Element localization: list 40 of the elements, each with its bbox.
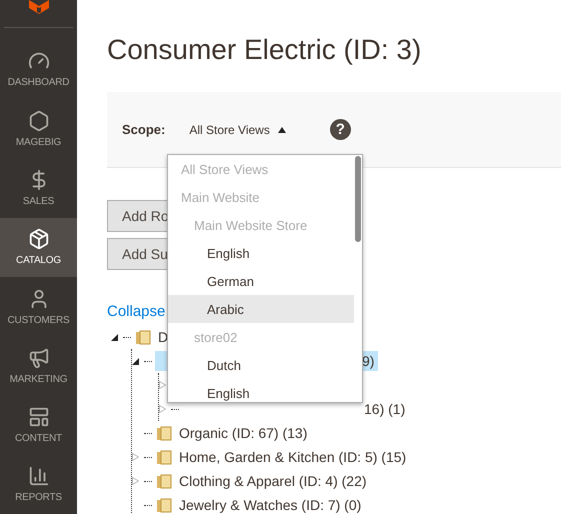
bar-chart-icon: [28, 465, 50, 488]
scope-option[interactable]: Dutch: [168, 351, 354, 379]
nav-item[interactable]: DASHBOARD: [0, 40, 77, 100]
scope-option[interactable]: German: [168, 267, 354, 295]
collapsed-triangle-icon[interactable]: [159, 381, 166, 389]
nav-item[interactable]: CATALOG: [0, 218, 77, 277]
category-item[interactable]: 16) (1): [361, 399, 408, 419]
collapsed-triangle-icon[interactable]: [159, 405, 166, 413]
box-icon: [28, 228, 50, 250]
scope-label: Scope:: [122, 122, 166, 137]
collapse-link[interactable]: Collapse: [107, 303, 166, 320]
collapsed-triangle-icon[interactable]: [132, 453, 139, 461]
folder-icon: [135, 329, 151, 345]
category-item[interactable]: Clothing & Apparel (ID: 4) (22): [176, 471, 370, 491]
help-icon[interactable]: ?: [330, 119, 351, 140]
megaphone-icon: [28, 346, 50, 369]
expanded-triangle-icon[interactable]: [111, 334, 118, 340]
nav-item[interactable]: MAGEBIG: [0, 99, 77, 158]
category-item[interactable]: Organic (ID: 67) (13): [176, 423, 310, 443]
page-title: Consumer Electric (ID: 3): [107, 34, 422, 66]
hexagon-icon: [28, 110, 50, 132]
expanded-triangle-icon[interactable]: [132, 358, 139, 364]
nav-item[interactable]: MARKETING: [0, 336, 77, 396]
category-item[interactable]: Home, Garden & Kitchen (ID: 5) (15): [176, 447, 410, 467]
scope-option[interactable]: Arabic: [168, 295, 354, 323]
nav-item[interactable]: CONTENT: [0, 395, 77, 455]
nav-item[interactable]: REPORTS: [0, 454, 77, 514]
logo-icon[interactable]: [26, 0, 50, 14]
scope-dropdown[interactable]: All Store Views: [189, 122, 286, 136]
folder-icon: [156, 425, 172, 441]
folder-icon: [156, 473, 172, 489]
folder-icon: [156, 497, 172, 513]
scrollbar-thumb[interactable]: [355, 156, 361, 242]
folder-icon: [156, 449, 172, 465]
nav-item[interactable]: CUSTOMERS: [0, 276, 77, 336]
category-item[interactable]: Jewelry & Watches (ID: 7) (0): [176, 495, 364, 514]
layout-icon: [28, 406, 50, 428]
nav-item[interactable]: SALES: [0, 158, 77, 218]
collapsed-triangle-icon[interactable]: [132, 477, 139, 485]
scope-option[interactable]: English: [168, 379, 354, 402]
